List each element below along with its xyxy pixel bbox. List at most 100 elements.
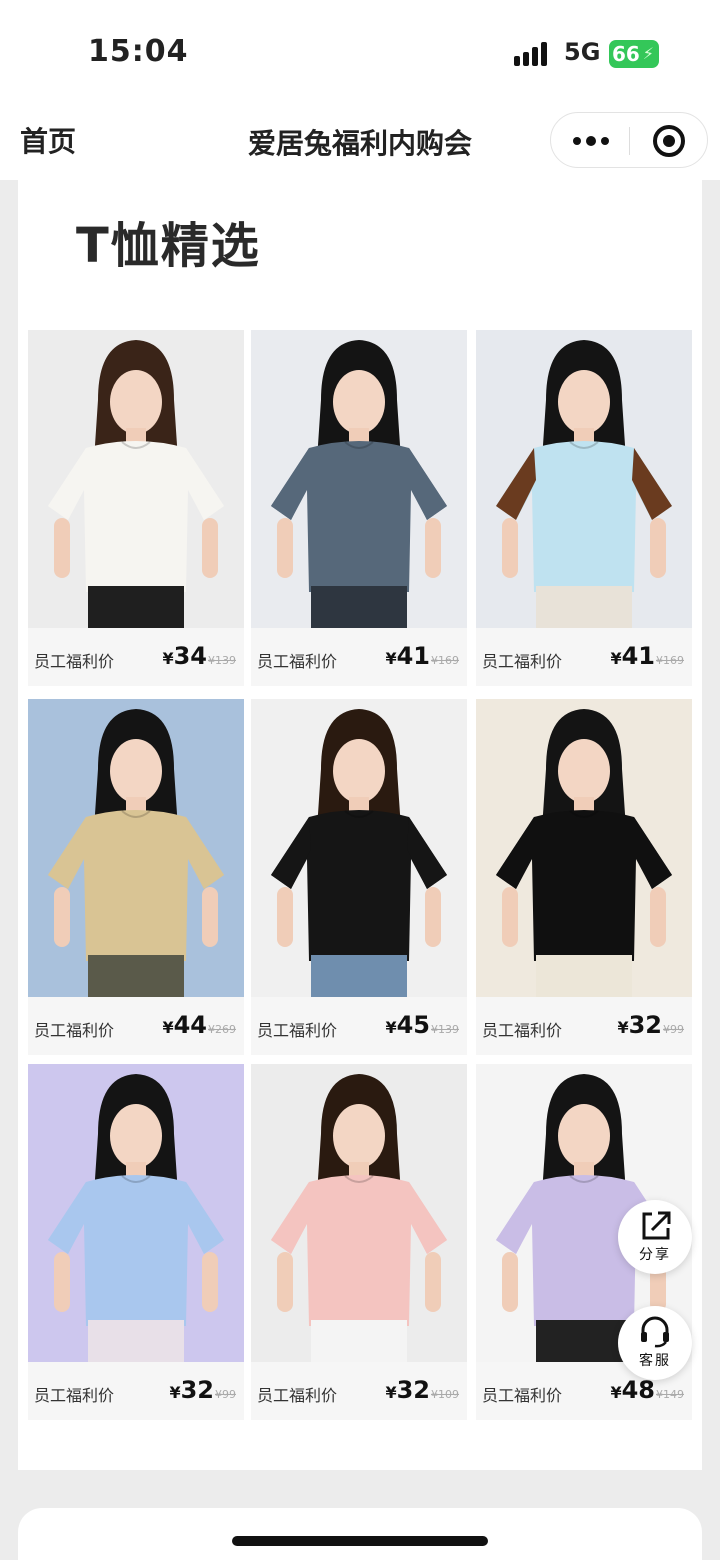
share-label: 分享 (639, 1247, 671, 1263)
employee-price-label: 员工福利价 (34, 1021, 115, 1040)
close-miniprogram-button[interactable] (630, 113, 708, 169)
original-price: ¥169 (431, 654, 459, 667)
original-price-value: 139 (215, 654, 236, 667)
product-image[interactable] (28, 699, 244, 997)
employee-price-label: 员工福利价 (257, 1386, 338, 1405)
white-asymmetric-shirt-icon (28, 330, 244, 628)
product-card[interactable]: 员工福利价 ¥41¥169 (476, 330, 692, 686)
original-price: ¥139 (208, 654, 236, 667)
home-indicator (232, 1536, 488, 1546)
headset-icon (641, 1316, 669, 1348)
black-tee-scarf-icon (476, 699, 692, 997)
original-currency-symbol: ¥ (215, 1388, 222, 1401)
price-row: 员工福利价 ¥32¥109 (251, 1362, 467, 1420)
raglan-tee-icon (476, 330, 692, 628)
price-row: 员工福利价 ¥34¥139 (28, 628, 244, 686)
product-card[interactable]: 员工福利价 ¥44¥269 (28, 699, 244, 1055)
status-bar: 15:04 5G 66 ⚡ (0, 0, 720, 100)
product-image[interactable] (28, 1064, 244, 1362)
product-card[interactable]: 员工福利价 ¥41¥169 (251, 330, 467, 686)
product-price: ¥32¥99 (617, 1011, 684, 1039)
original-price: ¥109 (431, 1388, 459, 1401)
original-currency-symbol: ¥ (208, 654, 215, 667)
product-price: ¥44¥269 (162, 1011, 236, 1039)
share-button[interactable]: 分享 (618, 1200, 692, 1274)
battery-indicator: 66 ⚡ (609, 40, 659, 68)
sale-price: 48 (621, 1376, 655, 1404)
sale-price: 34 (173, 642, 207, 670)
currency-symbol: ¥ (169, 1383, 181, 1402)
currency-symbol: ¥ (610, 649, 622, 668)
original-price-value: 269 (215, 1023, 236, 1036)
product-card[interactable]: 员工福利价 ¥32¥99 (28, 1064, 244, 1420)
more-button[interactable] (551, 113, 629, 169)
price-row: 员工福利价 ¥32¥99 (476, 997, 692, 1055)
product-price: ¥34¥139 (162, 642, 236, 670)
price-row: 员工福利价 ¥41¥169 (251, 628, 467, 686)
currency-symbol: ¥ (385, 1018, 397, 1037)
denim-tee-icon (251, 330, 467, 628)
product-image[interactable] (476, 330, 692, 628)
currency-symbol: ¥ (162, 1018, 174, 1037)
product-price: ¥48¥149 (610, 1376, 684, 1404)
original-currency-symbol: ¥ (431, 1023, 438, 1036)
employee-price-label: 员工福利价 (482, 1386, 563, 1405)
sale-price: 32 (180, 1376, 214, 1404)
original-price-value: 169 (438, 654, 459, 667)
sale-price: 41 (621, 642, 655, 670)
currency-symbol: ¥ (385, 649, 397, 668)
original-currency-symbol: ¥ (431, 1388, 438, 1401)
original-price: ¥99 (663, 1023, 684, 1036)
sale-price: 32 (396, 1376, 430, 1404)
sale-price: 41 (396, 642, 430, 670)
original-price-value: 139 (438, 1023, 459, 1036)
price-row: 员工福利价 ¥32¥99 (28, 1362, 244, 1420)
product-price: ¥32¥109 (385, 1376, 459, 1404)
share-icon (642, 1211, 671, 1240)
currency-symbol: ¥ (617, 1018, 629, 1037)
product-price: ¥32¥99 (169, 1376, 236, 1404)
customer-service-button[interactable]: 客服 (618, 1306, 692, 1380)
more-dot-icon (601, 137, 609, 145)
original-currency-symbol: ¥ (431, 654, 438, 667)
product-card[interactable]: 员工福利价 ¥34¥139 (28, 330, 244, 686)
more-dot-icon (573, 137, 581, 145)
employee-price-label: 员工福利价 (482, 1021, 563, 1040)
product-card[interactable]: 员工福利价 ¥45¥139 (251, 699, 467, 1055)
original-price: ¥139 (431, 1023, 459, 1036)
miniprogram-capsule (550, 112, 708, 168)
product-price: ¥45¥139 (385, 1011, 459, 1039)
graphic-tee-icon (28, 699, 244, 997)
original-price: ¥269 (208, 1023, 236, 1036)
product-card[interactable]: 员工福利价 ¥32¥99 (476, 699, 692, 1055)
product-image[interactable] (251, 1064, 467, 1362)
employee-price-label: 员工福利价 (482, 652, 563, 671)
employee-price-label: 员工福利价 (34, 652, 115, 671)
charging-icon: ⚡ (642, 44, 654, 63)
product-price: ¥41¥169 (610, 642, 684, 670)
home-link[interactable]: 首页 (20, 120, 76, 160)
product-image[interactable] (251, 699, 467, 997)
network-type: 5G (564, 38, 601, 66)
target-icon-dot (663, 135, 675, 147)
original-currency-symbol: ¥ (656, 654, 663, 667)
product-image[interactable] (476, 699, 692, 997)
original-price-value: 149 (663, 1388, 684, 1401)
product-image[interactable] (251, 330, 467, 628)
employee-price-label: 员工福利价 (257, 652, 338, 671)
price-row: 员工福利价 ¥45¥139 (251, 997, 467, 1055)
signal-icon (514, 42, 547, 66)
product-image[interactable] (28, 330, 244, 628)
section-title: T恤精选 (76, 218, 261, 274)
service-label: 客服 (639, 1353, 671, 1369)
content-card: T恤精选 员工福利价 ¥34¥139 员工福利价 ¥41¥169 员工福利价 ¥41¥16… (18, 180, 702, 1470)
product-card[interactable]: 员工福利价 ¥32¥109 (251, 1064, 467, 1420)
currency-symbol: ¥ (162, 649, 174, 668)
original-currency-symbol: ¥ (208, 1023, 215, 1036)
original-price: ¥169 (656, 654, 684, 667)
currency-symbol: ¥ (385, 1383, 397, 1402)
battery-level: 66 (612, 42, 640, 66)
original-price: ¥149 (656, 1388, 684, 1401)
original-price-value: 109 (438, 1388, 459, 1401)
original-price-value: 99 (670, 1023, 684, 1036)
